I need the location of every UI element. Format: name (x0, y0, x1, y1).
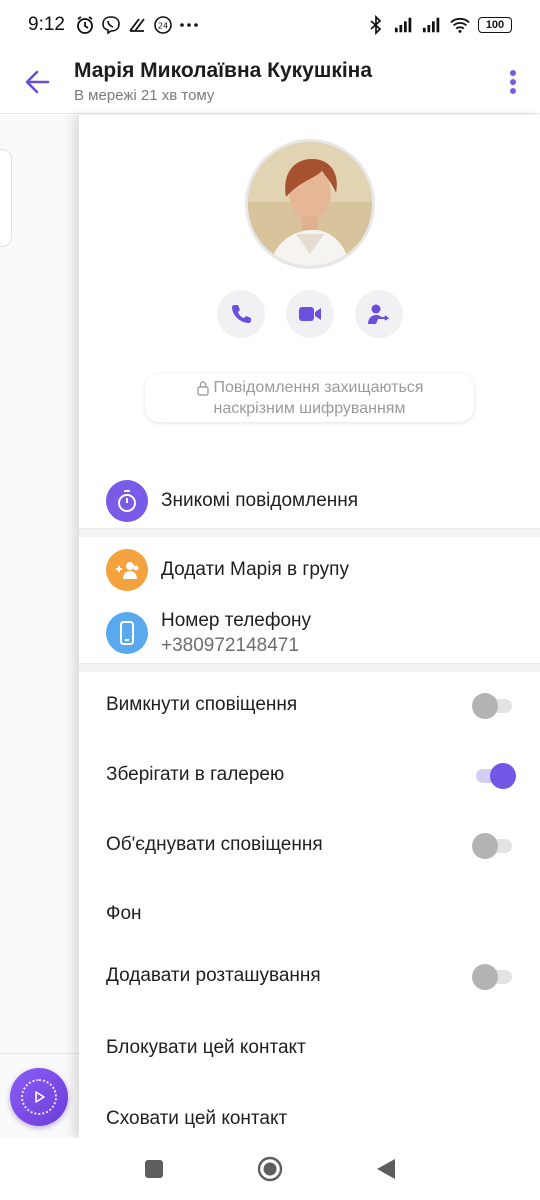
alarm-icon (75, 15, 95, 35)
video-camera-icon (299, 307, 321, 321)
encryption-line-2: наскрізним шифруванням (213, 400, 406, 417)
setting-mute-notifications[interactable]: Вимкнути сповіщення (106, 693, 516, 719)
status-time: 9:12 (28, 14, 65, 35)
mobile-phone-icon (106, 612, 148, 654)
back-nav-button[interactable] (373, 1156, 399, 1182)
setting-label: Об'єднувати сповіщення (106, 834, 323, 855)
phone-number-value: +380972148471 (161, 634, 299, 656)
home-button[interactable] (257, 1156, 283, 1182)
setting-add-location[interactable]: Додавати розташування (106, 964, 516, 990)
back-button[interactable] (0, 50, 74, 114)
media-fab-button[interactable] (10, 1068, 68, 1126)
viber-icon (101, 15, 121, 35)
fastforward-icon (127, 15, 147, 35)
add-to-group-item[interactable]: Додати Марія в групу (79, 542, 540, 598)
setting-label: Фон (106, 903, 142, 924)
encryption-notice: Повідомлення захищаються наскрізним шифр… (145, 374, 474, 422)
setting-save-to-gallery[interactable]: Зберігати в галерею (106, 763, 516, 789)
phone-number-item[interactable]: Номер телефону +380972148471 (79, 605, 540, 661)
play-icon (35, 1091, 45, 1103)
setting-background[interactable]: Фон (106, 903, 516, 925)
page-title: Марія Миколаївна Кукушкіна (74, 59, 373, 82)
setting-label: Вимкнути сповіщення (106, 694, 298, 715)
setting-label: Зберігати в галерею (106, 764, 285, 785)
square-icon (145, 1160, 163, 1178)
signal-icon (422, 15, 442, 35)
divider (0, 1053, 80, 1054)
add-location-toggle[interactable] (472, 964, 516, 990)
save-to-gallery-toggle[interactable] (472, 763, 516, 789)
contact-actions (217, 290, 403, 338)
add-to-group-label: Додати Марія в групу (161, 559, 349, 580)
app-header: Марія Миколаївна Кукушкіна В мережі 21 х… (0, 50, 540, 114)
chat-background-strip (0, 115, 80, 1138)
24-badge-icon: 24 (153, 15, 173, 35)
circle-home-icon (257, 1156, 283, 1182)
setting-block-contact[interactable]: Блокувати цей контакт (106, 1037, 516, 1059)
share-contact-button[interactable] (355, 290, 403, 338)
share-contact-icon (368, 304, 390, 324)
setting-hide-contact[interactable]: Сховати цей контакт (106, 1108, 516, 1130)
contact-avatar[interactable] (245, 139, 375, 269)
section-divider (79, 663, 540, 672)
status-bar: 9:12 24 100 (0, 0, 540, 50)
wifi-icon (450, 15, 470, 35)
lock-icon (196, 380, 209, 396)
last-seen-status: В мережі 21 хв тому (74, 87, 215, 104)
setting-merge-notifications[interactable]: Об'єднувати сповіщення (106, 833, 516, 859)
timer-icon (106, 480, 148, 522)
arrow-left-icon (25, 70, 50, 93)
more-options-button[interactable] (486, 50, 540, 114)
setting-label: Додавати розташування (106, 965, 321, 986)
battery-level: 100 (485, 19, 505, 31)
merge-notifications-toggle[interactable] (472, 833, 516, 859)
mute-notifications-toggle[interactable] (472, 693, 516, 719)
system-nav-bar (0, 1138, 540, 1200)
kebab-menu-icon (510, 69, 516, 94)
encryption-line-1: Повідомлення захищаються (213, 379, 424, 396)
video-call-button[interactable] (286, 290, 334, 338)
phone-icon (232, 305, 251, 323)
bluetooth-icon (366, 15, 386, 35)
svg-text:24: 24 (158, 22, 168, 31)
phone-number-label: Номер телефону (161, 609, 312, 631)
setting-label: Сховати цей контакт (106, 1108, 288, 1129)
triangle-back-icon (377, 1159, 395, 1179)
call-button[interactable] (217, 290, 265, 338)
contact-info-panel: Повідомлення захищаються наскрізним шифр… (79, 115, 540, 1138)
more-dots-icon (179, 15, 199, 35)
setting-label: Блокувати цей контакт (106, 1037, 306, 1058)
message-bubble (0, 149, 12, 247)
battery-icon: 100 (478, 17, 512, 33)
disappearing-messages-label: Зникомі повідомлення (161, 490, 359, 511)
disappearing-messages-item[interactable]: Зникомі повідомлення (79, 473, 540, 529)
add-group-icon (106, 549, 148, 591)
section-divider (79, 528, 540, 537)
signal-icon (394, 15, 414, 35)
recents-button[interactable] (141, 1156, 167, 1182)
